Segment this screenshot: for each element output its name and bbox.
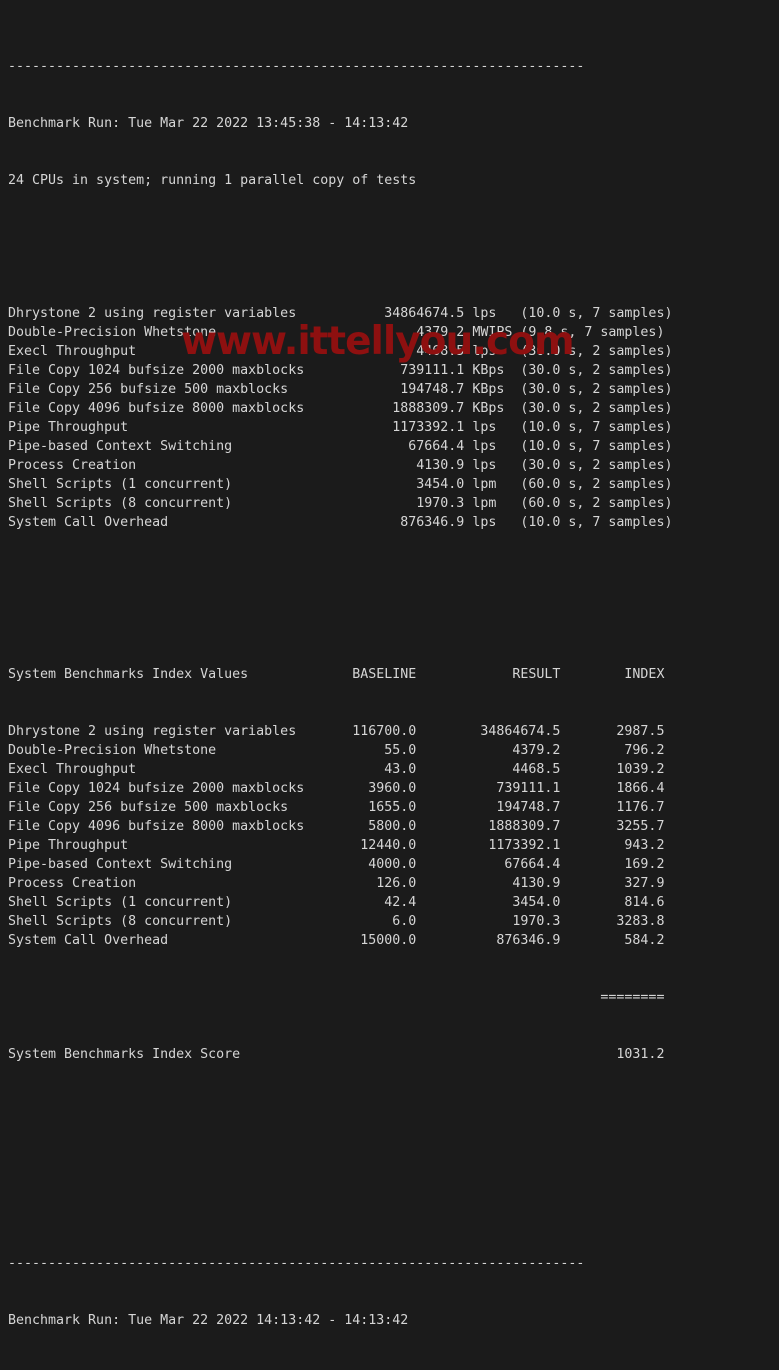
benchmark-result-row: Pipe-based Context Switching 67664.4 lps… <box>8 437 708 456</box>
benchmark-result-row: System Call Overhead 876346.9 lps (10.0 … <box>8 513 708 532</box>
benchmark-result-row: Dhrystone 2 using register variables 348… <box>8 304 708 323</box>
run2-header-line: Benchmark Run: Tue Mar 22 2022 14:13:42 … <box>8 1311 708 1330</box>
index-table-column-header: System Benchmarks Index Values BASELINE … <box>8 665 708 684</box>
index-table-row: System Call Overhead 15000.0 876346.9 58… <box>8 931 708 950</box>
benchmark-result-row: Double-Precision Whetstone 4379.2 MWIPS … <box>8 323 708 342</box>
index-table-row: Pipe-based Context Switching 4000.0 6766… <box>8 855 708 874</box>
index-table-row: Double-Precision Whetstone 55.0 4379.2 7… <box>8 741 708 760</box>
index-table-row: File Copy 256 bufsize 500 maxblocks 1655… <box>8 798 708 817</box>
run1-results-list: Dhrystone 2 using register variables 348… <box>8 304 708 532</box>
index-table-header: System Benchmarks Index Values BASELINE … <box>8 665 708 684</box>
index-score-line: System Benchmarks Index Score 1031.2 <box>8 1045 708 1064</box>
index-table-row: Dhrystone 2 using register variables 116… <box>8 722 708 741</box>
index-table-row: Execl Throughput 43.0 4468.5 1039.2 <box>8 760 708 779</box>
benchmark-result-row: Shell Scripts (1 concurrent) 3454.0 lpm … <box>8 475 708 494</box>
terminal-window: ----------------------------------------… <box>0 0 779 685</box>
terminal-output: ----------------------------------------… <box>8 0 708 1370</box>
benchmark-result-row: Process Creation 4130.9 lps (30.0 s, 2 s… <box>8 456 708 475</box>
run1-header-line: Benchmark Run: Tue Mar 22 2022 13:45:38 … <box>8 114 708 133</box>
benchmark-result-row: File Copy 4096 bufsize 8000 maxblocks 18… <box>8 399 708 418</box>
index-table-row: Shell Scripts (1 concurrent) 42.4 3454.0… <box>8 893 708 912</box>
spacer-3 <box>8 1121 708 1140</box>
index-table-row: Process Creation 126.0 4130.9 327.9 <box>8 874 708 893</box>
index-score-row: System Benchmarks Index Score 1031.2 <box>8 1045 708 1064</box>
index-table-row: Pipe Throughput 12440.0 1173392.1 943.2 <box>8 836 708 855</box>
benchmark-result-row: File Copy 256 bufsize 500 maxblocks 1947… <box>8 380 708 399</box>
separator-rule-bottom: ----------------------------------------… <box>8 1254 708 1273</box>
index-equals-rule: ======== <box>8 988 708 1007</box>
index-table-rows: Dhrystone 2 using register variables 116… <box>8 722 708 950</box>
spacer-2 <box>8 589 708 608</box>
benchmark-result-row: Pipe Throughput 1173392.1 lps (10.0 s, 7… <box>8 418 708 437</box>
equals-separator: ======== <box>8 988 708 1007</box>
spacer-1 <box>8 228 708 247</box>
index-table-row: File Copy 4096 bufsize 8000 maxblocks 58… <box>8 817 708 836</box>
index-table-row: File Copy 1024 bufsize 2000 maxblocks 39… <box>8 779 708 798</box>
run1-cpu-line: 24 CPUs in system; running 1 parallel co… <box>8 171 708 190</box>
separator-rule-top: ----------------------------------------… <box>8 57 708 76</box>
benchmark-result-row: Execl Throughput 4468.5 lps (30.0 s, 2 s… <box>8 342 708 361</box>
spacer-4 <box>8 1178 708 1197</box>
benchmark-result-row: Shell Scripts (8 concurrent) 1970.3 lpm … <box>8 494 708 513</box>
index-table-row: Shell Scripts (8 concurrent) 6.0 1970.3 … <box>8 912 708 931</box>
run2-cpu-line: 24 CPUs in system; running 24 parallel c… <box>8 1368 708 1370</box>
benchmark-result-row: File Copy 1024 bufsize 2000 maxblocks 73… <box>8 361 708 380</box>
